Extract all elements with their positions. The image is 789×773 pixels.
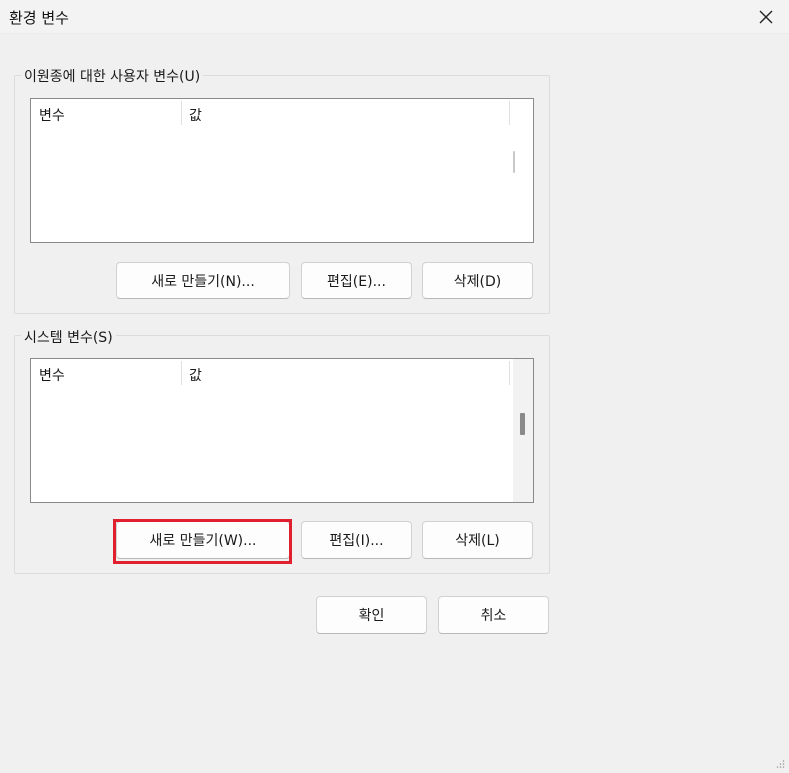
vertical-scrollbar[interactable]: [513, 99, 533, 242]
user-edit-button[interactable]: 편집(E)...: [301, 262, 412, 299]
window-title: 환경 변수: [9, 9, 69, 27]
column-divider[interactable]: [181, 361, 182, 385]
resize-grip-icon[interactable]: [775, 759, 785, 769]
column-header-value[interactable]: 값: [189, 365, 202, 385]
column-divider[interactable]: [509, 101, 510, 125]
vertical-scrollbar[interactable]: [513, 359, 533, 502]
column-header-variable[interactable]: 변수: [39, 105, 65, 125]
close-icon: [759, 10, 773, 24]
system-variables-list[interactable]: 변수 값: [30, 358, 534, 503]
user-delete-button[interactable]: 삭제(D): [422, 262, 533, 299]
system-delete-button[interactable]: 삭제(L): [422, 521, 533, 559]
column-header-value[interactable]: 값: [189, 105, 202, 125]
list-header: 변수 값: [31, 359, 533, 387]
user-variables-label: 이원종에 대한 사용자 변수(U): [21, 66, 204, 86]
scrollbar-thumb[interactable]: [520, 413, 525, 435]
column-divider[interactable]: [509, 361, 510, 385]
close-button[interactable]: [743, 0, 789, 34]
ok-button[interactable]: 확인: [316, 596, 427, 634]
system-edit-button[interactable]: 편집(I)...: [301, 521, 412, 559]
title-bar: 환경 변수: [0, 0, 789, 34]
scrollbar-thumb[interactable]: [513, 151, 515, 173]
user-new-button[interactable]: 새로 만들기(N)...: [116, 262, 290, 299]
system-variables-label: 시스템 변수(S): [21, 327, 116, 347]
user-variables-list[interactable]: 변수 값: [30, 98, 534, 243]
list-header: 변수 값: [31, 99, 533, 127]
system-new-button[interactable]: 새로 만들기(W)...: [116, 521, 290, 559]
cancel-button[interactable]: 취소: [438, 596, 549, 634]
column-divider[interactable]: [181, 101, 182, 125]
column-header-variable[interactable]: 변수: [39, 365, 65, 385]
